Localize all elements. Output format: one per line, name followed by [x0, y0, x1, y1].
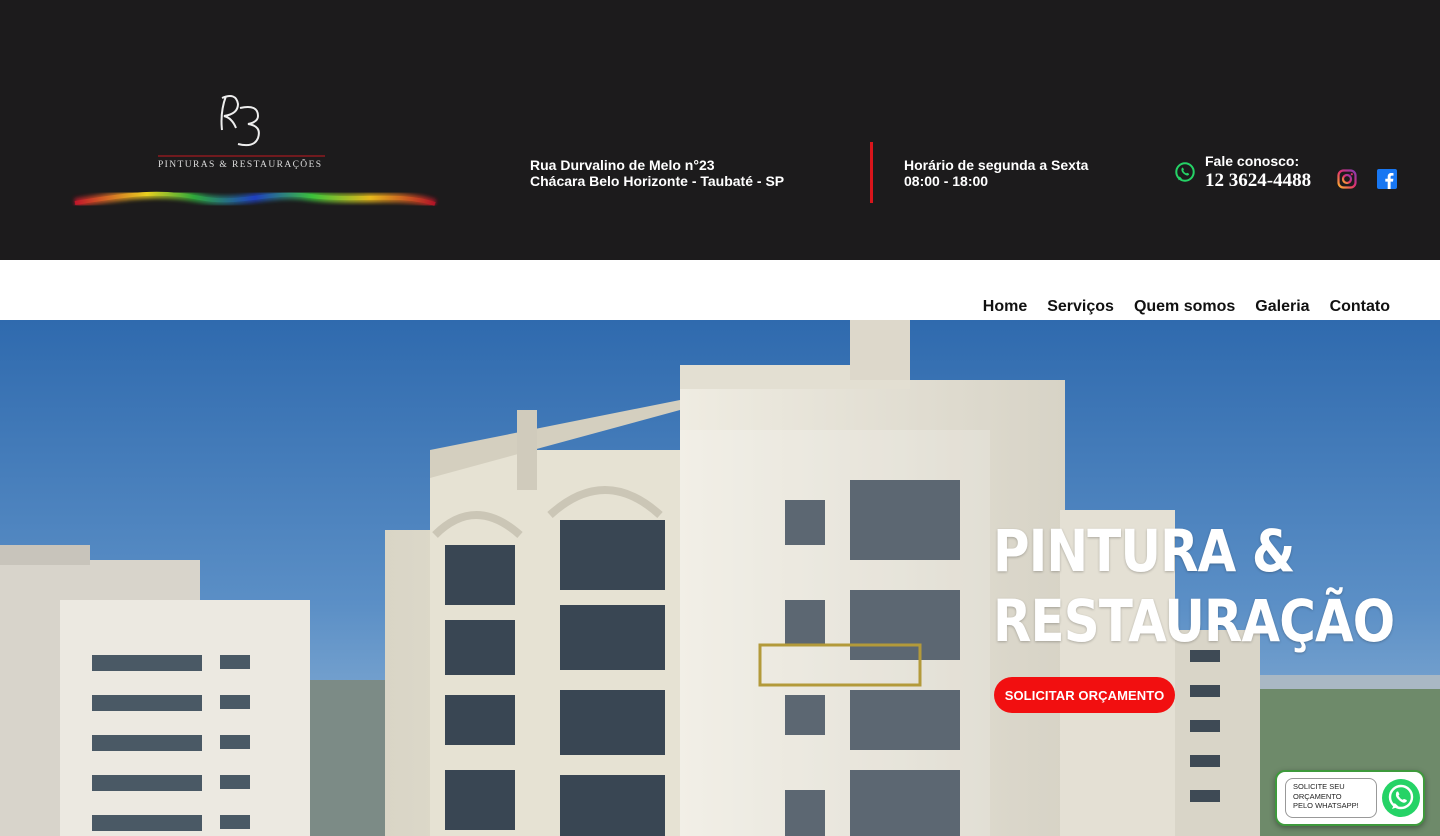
facebook-icon[interactable] [1377, 169, 1397, 189]
request-quote-button[interactable]: SOLICITAR ORÇAMENTO [994, 677, 1175, 713]
hours-label: Horário de segunda a Sexta [904, 157, 1089, 173]
whatsapp-icon[interactable] [1174, 161, 1196, 183]
hours-value: 08:00 - 18:00 [904, 173, 989, 189]
address-line-1: Rua Durvalino de Melo n°23 [530, 157, 715, 173]
logo-tagline: PINTURAS & RESTAURAÇÕES [158, 160, 323, 170]
nav-item-quem-somos[interactable]: Quem somos [1134, 298, 1235, 316]
nav-item-home[interactable]: Home [983, 298, 1027, 316]
whatsapp-cta-line-3: PELO WHATSAPP! [1293, 801, 1359, 810]
main-navbar: Home Serviços Quem somos Galeria Contato [0, 260, 1440, 320]
contact-phone[interactable]: 12 3624-4488 [1205, 170, 1311, 192]
brand-logo[interactable]: PINTURAS & RESTAURAÇÕES [70, 86, 440, 216]
whatsapp-icon [1382, 779, 1420, 817]
address-line-2: Chácara Belo Horizonte - Taubaté - SP [530, 173, 785, 189]
contact-label: Fale conosco: [1205, 153, 1300, 169]
instagram-icon[interactable] [1337, 169, 1357, 189]
contact-block: Fale conosco: 12 3624-4488 [1174, 152, 1334, 192]
hero-title: PINTURA & RESTAURAÇÃO [993, 516, 1395, 656]
address-block: Rua Durvalino de Melo n°23 Chácara Belo … [530, 157, 784, 189]
header-divider [870, 142, 873, 203]
hero-title-line-2: RESTAURAÇÃO [993, 587, 1395, 655]
hero-banner: PINTURA & RESTAURAÇÃO SOLICITAR ORÇAMENT… [0, 320, 1440, 836]
whatsapp-cta-line-2: ORÇAMENTO [1293, 791, 1342, 801]
top-header: PINTURAS & RESTAURAÇÕES Rua Durvalino de… [0, 0, 1440, 260]
nav-item-servicos[interactable]: Serviços [1047, 298, 1114, 316]
nav-item-galeria[interactable]: Galeria [1255, 298, 1309, 316]
nav-menu: Home Serviços Quem somos Galeria Contato [983, 298, 1390, 316]
whatsapp-floating-button[interactable]: SOLICITE SEU ORÇAMENTO PELO WHATSAPP! [1275, 770, 1425, 826]
business-hours: Horário de segunda a Sexta 08:00 - 18:00 [904, 157, 1088, 189]
whatsapp-cta-text: SOLICITE SEU ORÇAMENTO PELO WHATSAPP! [1285, 778, 1377, 818]
nav-item-contato[interactable]: Contato [1330, 298, 1390, 316]
hero-title-line-1: PINTURA & [993, 517, 1295, 585]
whatsapp-cta-line-1: SOLICITE SEU [1293, 782, 1345, 791]
logo-graphic [74, 95, 437, 209]
